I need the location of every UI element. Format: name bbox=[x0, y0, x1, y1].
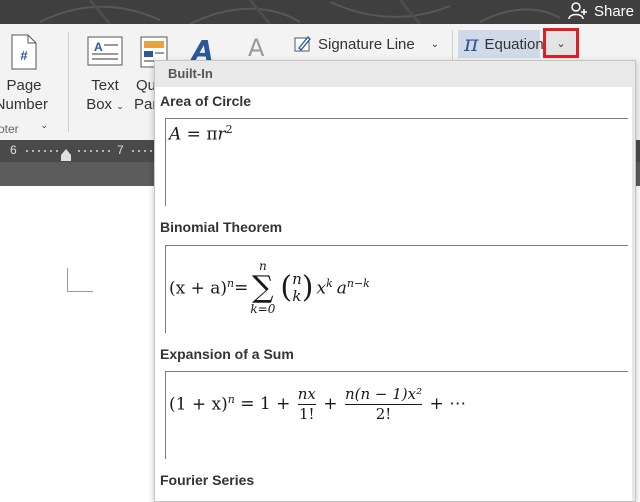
share-label: Share bbox=[593, 2, 634, 20]
ruler-ticks bbox=[76, 150, 114, 152]
signature-pen-icon bbox=[294, 36, 311, 52]
indent-marker-icon[interactable] bbox=[60, 148, 72, 162]
ruler-ticks bbox=[24, 150, 62, 152]
equation-gallery: Built-In Area of Circle A = πr2 Binomial… bbox=[154, 60, 636, 502]
equation-binomial-theorem: (x + a)n = n ∑ k=0 ( nk ) xk an−k bbox=[169, 259, 370, 316]
svg-text:A: A bbox=[248, 34, 265, 62]
text-box-label-line2: Box ⌄ bbox=[86, 96, 124, 113]
equation-expansion-of-a-sum: (1 + x)n = 1 + nx 1! + n(n − 1)x² 2! + ⋯ bbox=[169, 384, 467, 423]
chevron-down-icon: ⌄ bbox=[556, 37, 566, 50]
equation-label: Equation bbox=[484, 35, 544, 53]
page-number-icon: # bbox=[11, 34, 37, 70]
text-box-label-line1: Text bbox=[91, 77, 119, 94]
page-number-label-line1: Page bbox=[6, 77, 42, 94]
margin-corner-mark bbox=[67, 268, 68, 292]
title-bar-pattern bbox=[39, 0, 561, 24]
footer-group-label: oter bbox=[0, 122, 19, 136]
equation-dropdown-arrow[interactable]: ⌄ bbox=[543, 28, 579, 58]
signature-line-button[interactable]: Signature Line ⌄ bbox=[294, 32, 439, 56]
section-title-area-of-circle: Area of Circle bbox=[160, 93, 252, 109]
fraction-nx-over-1: nx 1! bbox=[297, 384, 316, 423]
built-in-label: Built-In bbox=[168, 66, 213, 81]
chevron-down-icon: ⌄ bbox=[40, 120, 48, 130]
share-button[interactable]: Share bbox=[568, 0, 634, 22]
ruler-mark-6: 6 bbox=[10, 143, 17, 157]
chevron-down-icon: ⌄ bbox=[116, 101, 124, 111]
gallery-scrollbar[interactable] bbox=[632, 87, 635, 501]
group-divider bbox=[68, 32, 69, 132]
equation-item-binomial-theorem[interactable]: (x + a)n = n ∑ k=0 ( nk ) xk an−k bbox=[165, 245, 628, 333]
section-title-expansion-of-a-sum: Expansion of a Sum bbox=[160, 346, 294, 362]
drop-cap-icon[interactable]: A bbox=[244, 32, 274, 62]
equation-button[interactable]: π Equation bbox=[458, 30, 544, 58]
svg-text:#: # bbox=[20, 48, 28, 63]
section-title-fourier-series: Fourier Series bbox=[160, 472, 255, 488]
summation-operator: n ∑ k=0 bbox=[250, 259, 276, 316]
fraction-second-term: n(n − 1)x² 2! bbox=[344, 384, 423, 423]
title-bar: Share bbox=[0, 0, 640, 24]
equation-area-of-circle: A = πr2 bbox=[169, 123, 233, 145]
signature-line-label: Signature Line bbox=[318, 35, 415, 53]
chevron-down-icon[interactable]: ⌄ bbox=[431, 39, 439, 50]
svg-text:A: A bbox=[94, 40, 103, 54]
pi-icon: π bbox=[464, 31, 479, 57]
ruler-ticks bbox=[130, 150, 154, 152]
group-divider bbox=[452, 30, 453, 60]
ruler-mark-7: 7 bbox=[117, 143, 124, 157]
equation-item-area-of-circle[interactable]: A = πr2 bbox=[165, 118, 628, 206]
binomial-coefficient: ( nk ) bbox=[280, 270, 314, 305]
gallery-header: Built-In bbox=[155, 61, 635, 87]
equation-item-expansion-of-a-sum[interactable]: (1 + x)n = 1 + nx 1! + n(n − 1)x² 2! + ⋯ bbox=[165, 371, 628, 459]
margin-corner-mark bbox=[67, 291, 93, 292]
user-add-icon bbox=[568, 2, 587, 20]
text-box-icon: A bbox=[87, 36, 123, 66]
text-box-button[interactable]: A Text Box ⌄ bbox=[80, 34, 130, 116]
section-title-binomial-theorem: Binomial Theorem bbox=[160, 219, 283, 235]
